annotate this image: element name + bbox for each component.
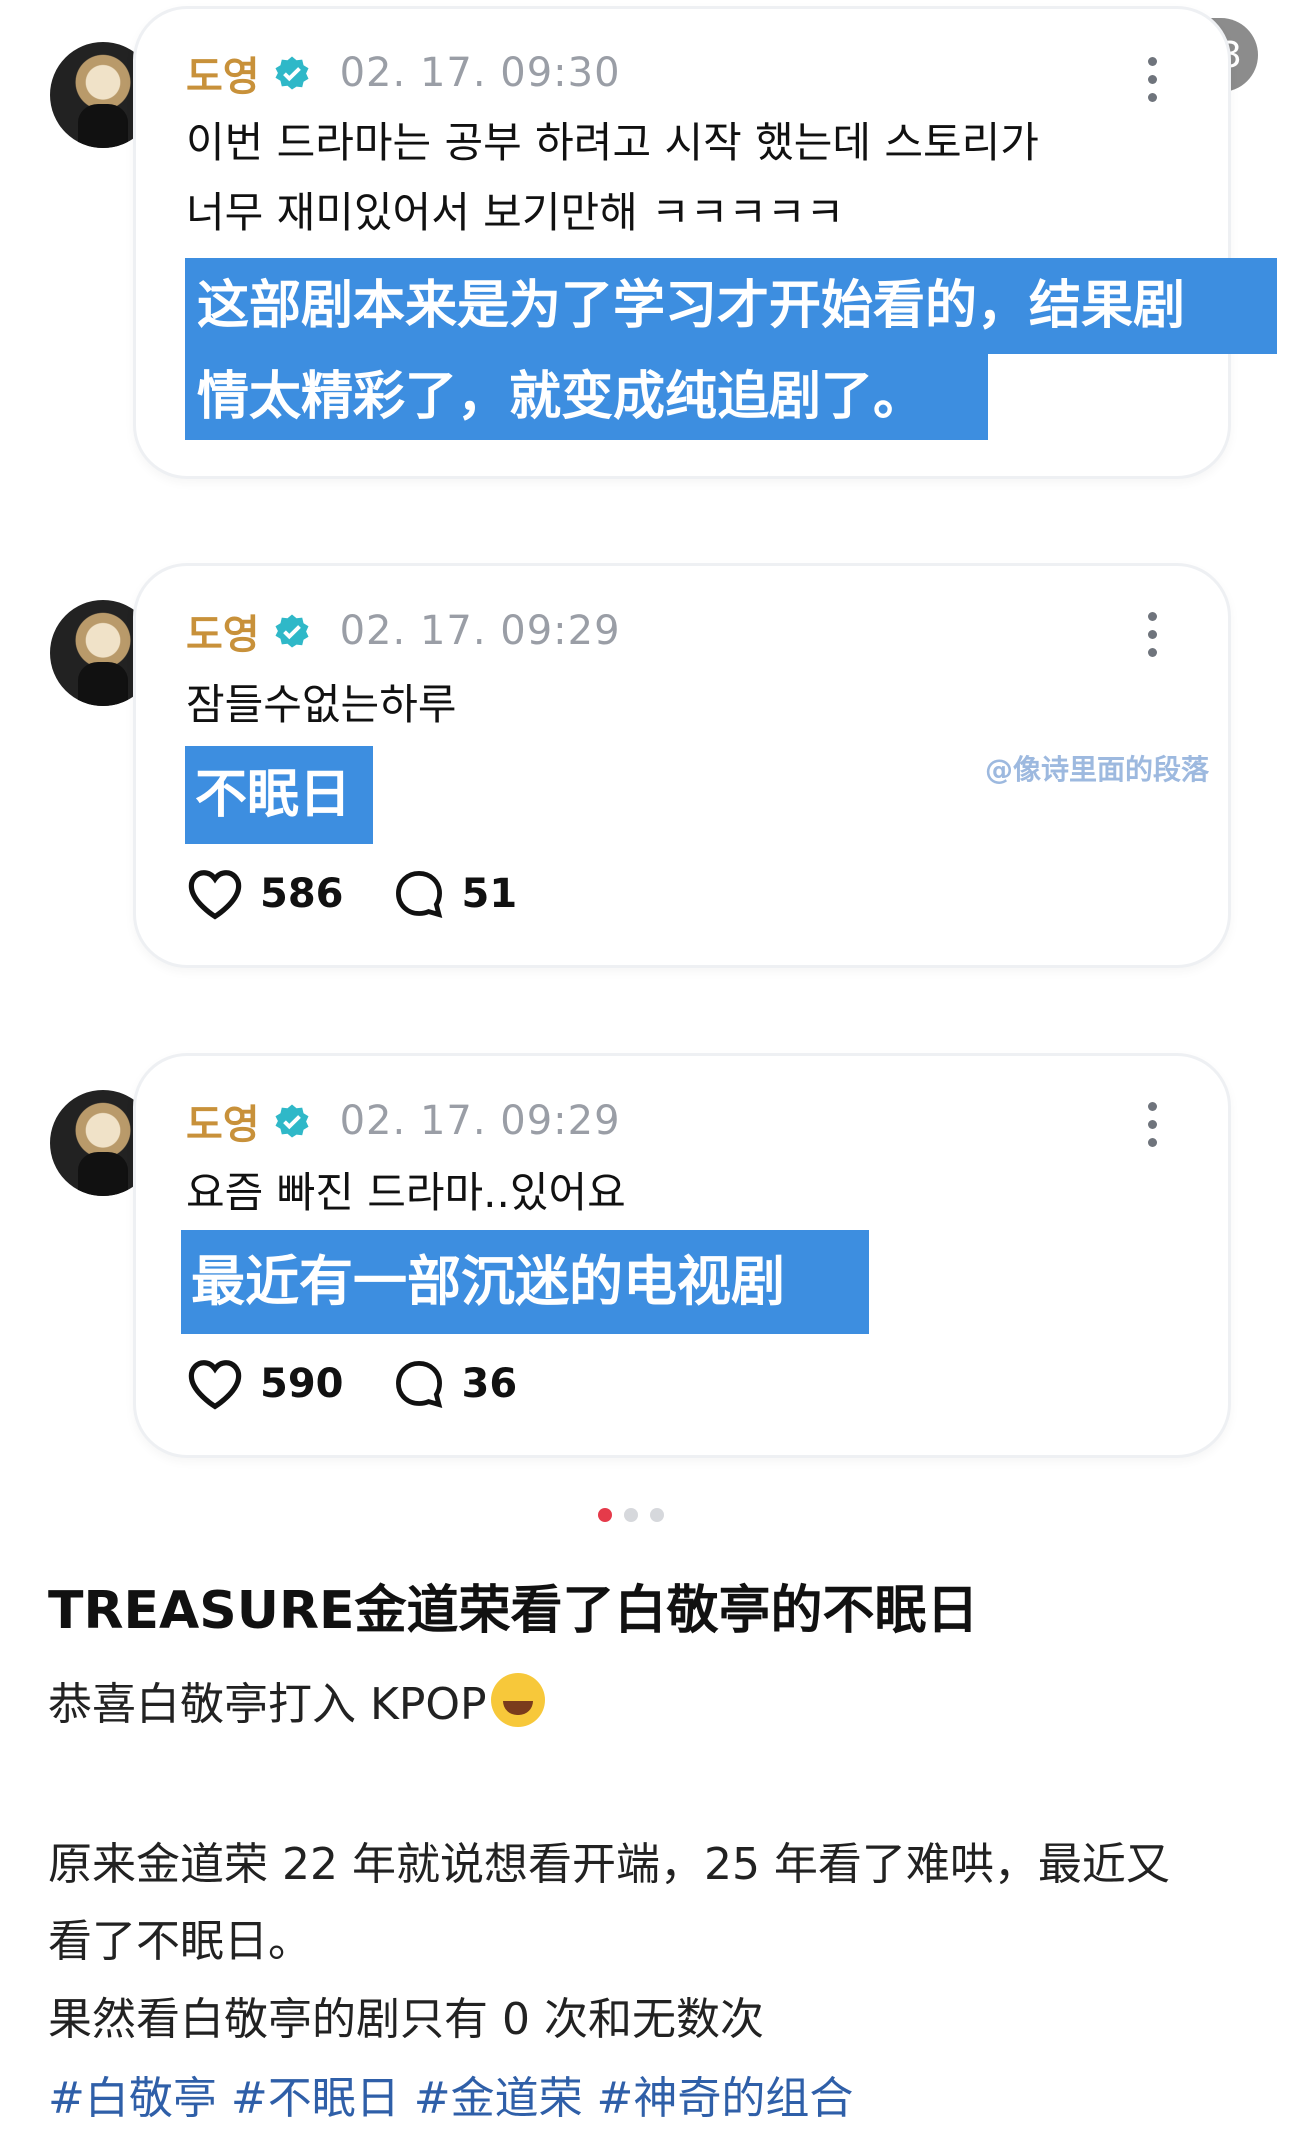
post-stats: 590 36: [186, 1358, 565, 1410]
like-count: 586: [260, 871, 344, 917]
more-options-icon[interactable]: [1146, 1102, 1158, 1147]
post-body-line: 看了不眠日。: [48, 1916, 312, 1967]
watermark: @像诗里面的段落: [985, 753, 1210, 786]
post-header: 도영 02. 17. 09:29: [186, 1092, 621, 1150]
like-count: 590: [260, 1361, 344, 1407]
post-text-line: 이번 드라마는 공부 하려고 시작 했는데 스토리가: [186, 118, 1039, 167]
post-text: 잠들수없는하루: [186, 680, 457, 729]
carousel-dot-active[interactable]: [598, 1508, 612, 1522]
verified-badge-icon: [275, 56, 309, 90]
post-header: 도영 02. 17. 09:29: [186, 602, 621, 660]
carousel-dot[interactable]: [650, 1508, 664, 1522]
rolling-laughing-emoji-icon: [490, 1673, 545, 1727]
hashtags[interactable]: #白敬亭 #不眠日 #金道荣 #神奇的组合: [48, 2062, 853, 2126]
post-body-text: 恭喜白敬亭打入 KPOP: [48, 1679, 487, 1730]
post-text: 요즘 빠진 드라마..있어요: [186, 1168, 626, 1217]
post-timestamp: 02. 17. 09:29: [339, 1098, 621, 1144]
post-stats: 586 51: [186, 868, 565, 920]
post-timestamp: 02. 17. 09:30: [339, 50, 621, 96]
verified-badge-icon: [275, 1104, 309, 1138]
more-options-icon[interactable]: [1146, 612, 1158, 657]
translation-highlight: 这部剧本来是为了学习才开始看的，结果剧: [185, 258, 1277, 354]
post-header: 도영 02. 17. 09:30: [186, 44, 621, 102]
post-text-line: 너무 재미있어서 보기만해 ㅋㅋㅋㅋㅋ: [186, 188, 845, 237]
translation-highlight: 最近有一部沉迷的电视剧: [181, 1230, 869, 1334]
username[interactable]: 도영: [186, 602, 260, 660]
like-heart-icon[interactable]: [186, 868, 244, 920]
post-body-line: 恭喜白敬亭打入 KPOP: [48, 1668, 545, 1732]
translation-highlight: 情太精彩了，就变成纯追剧了。: [185, 354, 988, 440]
verified-badge-icon: [275, 614, 309, 648]
like-heart-icon[interactable]: [186, 1358, 244, 1410]
post-title: TREASURE金道荣看了白敬亭的不眠日: [48, 1581, 979, 1641]
username[interactable]: 도영: [186, 1092, 260, 1150]
comment-bubble-icon[interactable]: [392, 868, 446, 920]
post-timestamp: 02. 17. 09:29: [339, 608, 621, 654]
post-text: 이번 드라마는 공부 하려고 시작 했는데 스토리가 너무 재미있어서 보기만해…: [186, 108, 1039, 248]
post-body-line: 原来金道荣 22 年就说想看开端，25 年看了难哄，最近又: [48, 1839, 1170, 1890]
carousel-dot[interactable]: [624, 1508, 638, 1522]
post-body-line: 果然看白敬亭的剧只有 0 次和无数次: [48, 1994, 764, 2045]
carousel-dots[interactable]: [598, 1508, 664, 1522]
comment-count: 36: [461, 1361, 518, 1407]
username[interactable]: 도영: [186, 44, 260, 102]
comment-bubble-icon[interactable]: [392, 1358, 446, 1410]
more-options-icon[interactable]: [1146, 57, 1158, 102]
comment-count: 51: [461, 871, 518, 917]
translation-highlight: 不眠日: [185, 746, 373, 844]
